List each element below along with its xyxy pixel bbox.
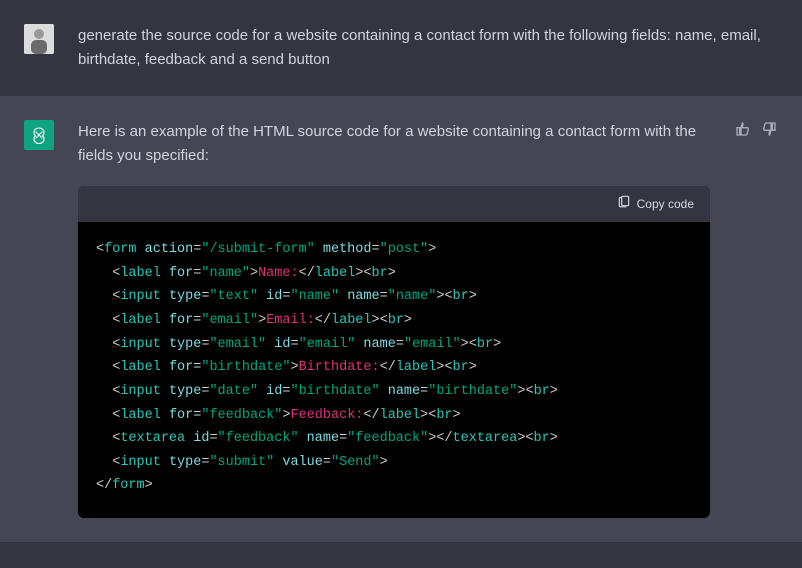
code-block: Copy code <form action="/submit-form" me…: [78, 186, 710, 518]
user-avatar: [24, 24, 54, 54]
code-header: Copy code: [78, 186, 710, 222]
assistant-message-content: Here is an example of the HTML source co…: [78, 120, 710, 518]
clipboard-icon: [617, 194, 631, 214]
user-message-row: generate the source code for a website c…: [0, 0, 802, 96]
copy-code-label: Copy code: [637, 195, 694, 214]
code-content: <form action="/submit-form" method="post…: [78, 222, 710, 518]
thumbs-up-button[interactable]: [734, 120, 752, 138]
thumbs-down-button[interactable]: [760, 120, 778, 138]
user-message-text: generate the source code for a website c…: [78, 24, 778, 72]
feedback-actions: [734, 120, 778, 518]
assistant-intro-text: Here is an example of the HTML source co…: [78, 120, 710, 168]
copy-code-button[interactable]: Copy code: [617, 194, 694, 214]
assistant-message-row: Here is an example of the HTML source co…: [0, 96, 802, 542]
assistant-avatar: [24, 120, 54, 150]
